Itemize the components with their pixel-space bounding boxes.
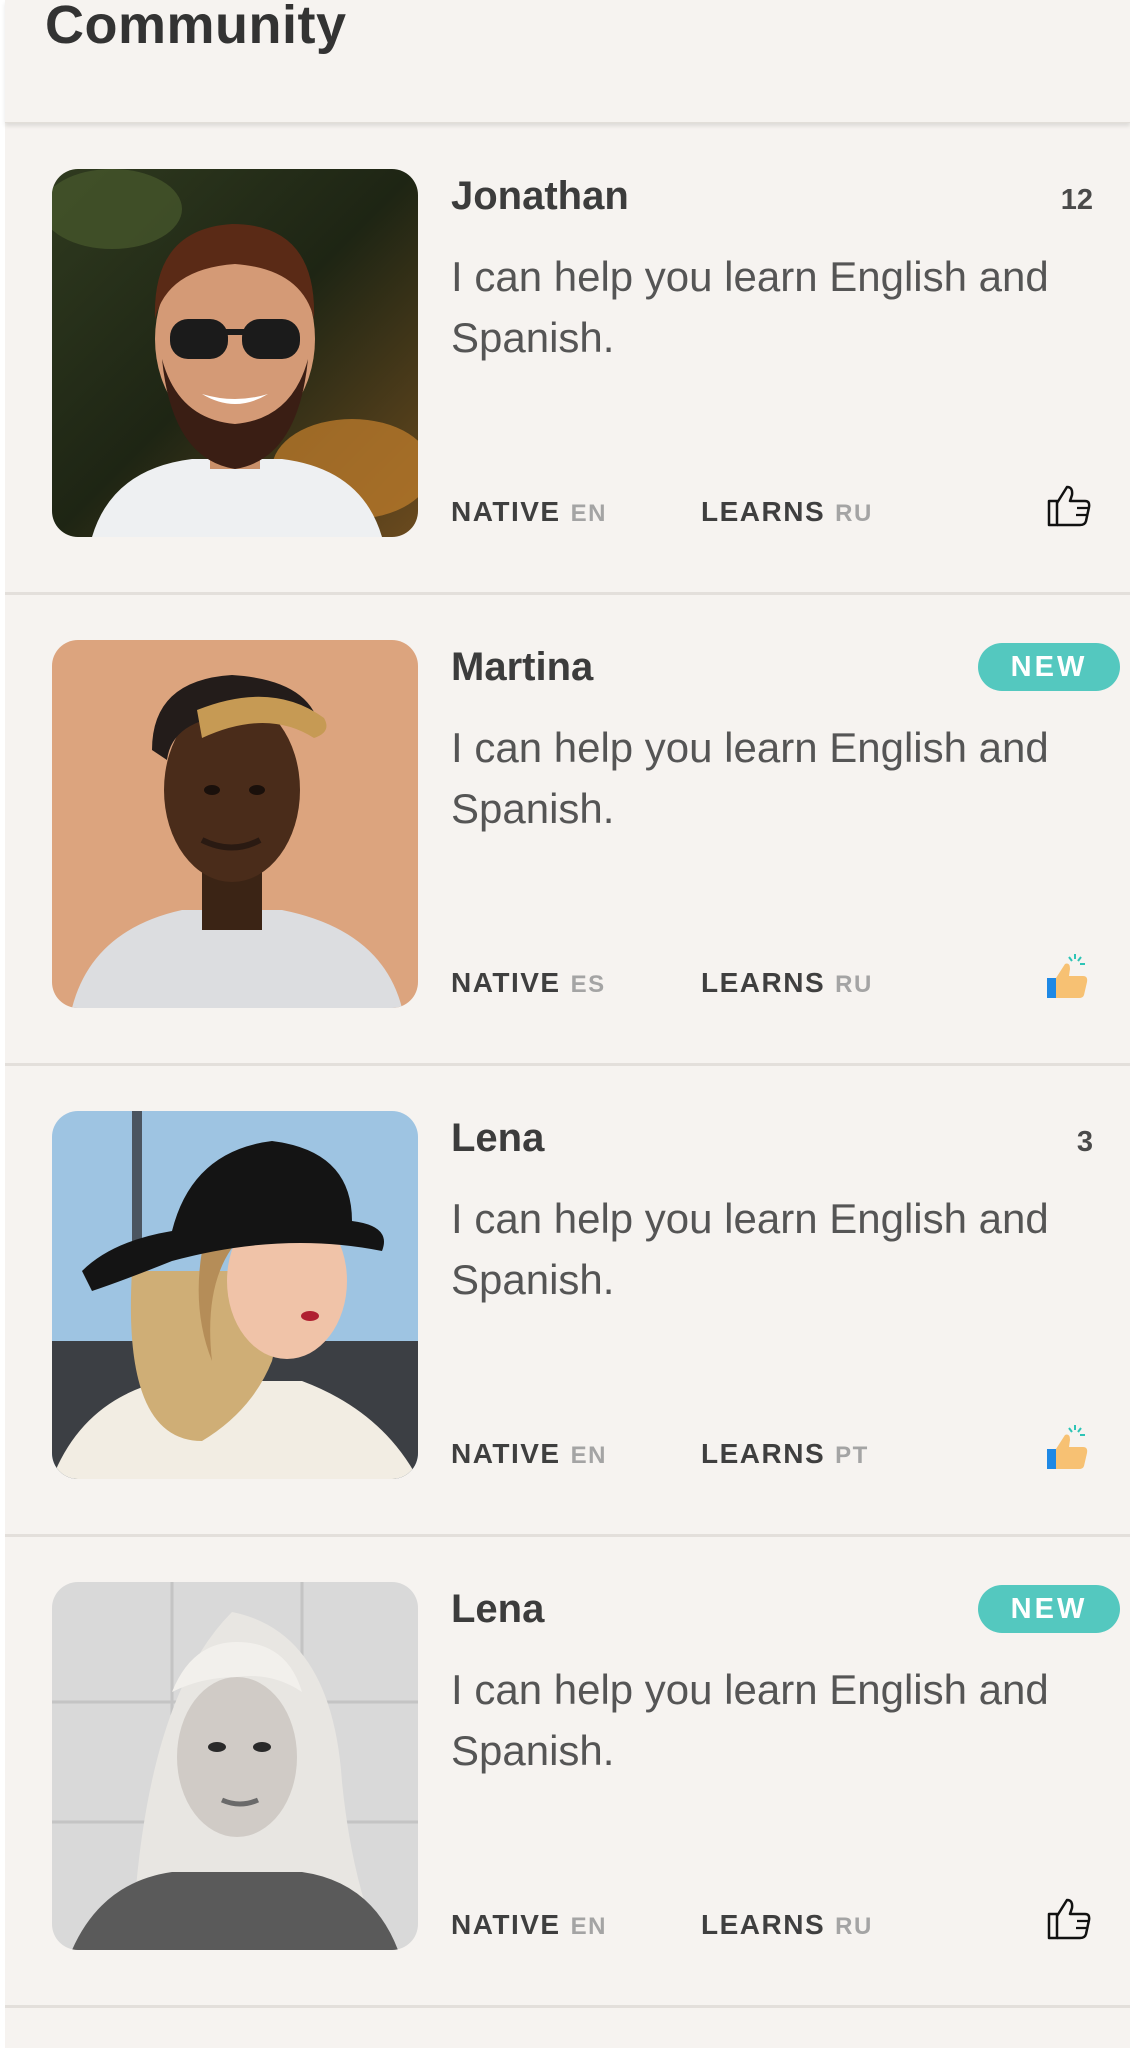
community-card[interactable]: Martina NEW I can help you learn English… — [5, 595, 1130, 1066]
new-badge: NEW — [978, 643, 1120, 691]
learns-label: LEARNS — [701, 967, 826, 998]
like-count: 3 — [1076, 1126, 1093, 1158]
avatar[interactable] — [52, 640, 418, 1008]
language-row: NATIVE ES LEARNS RU — [451, 967, 871, 999]
native-label: NATIVE — [451, 967, 561, 998]
thumbs-up-outline-icon[interactable] — [1045, 481, 1093, 529]
community-card[interactable]: Lena NEW I can help you learn English an… — [5, 1537, 1130, 2008]
header: Community — [5, 0, 1130, 123]
new-badge: NEW — [978, 1585, 1120, 1633]
native-language-code: EN — [570, 500, 607, 527]
learns-label: LEARNS — [701, 1909, 826, 1940]
learns-label: LEARNS — [701, 496, 826, 527]
community-card[interactable]: Lena 3 I can help you learn English and … — [5, 1066, 1130, 1537]
user-bio: I can help you learn English and Spanish… — [451, 724, 1049, 832]
native-label: NATIVE — [451, 1909, 561, 1940]
thumbs-up-outline-icon[interactable] — [1045, 1894, 1093, 1942]
native-language-code: EN — [570, 1442, 607, 1469]
learns-language-code: RU — [835, 971, 873, 998]
native-language-code: EN — [570, 1913, 607, 1940]
user-name[interactable]: Jonathan — [451, 174, 629, 219]
language-row: NATIVE EN LEARNS RU — [451, 496, 871, 528]
user-bio: I can help you learn English and Spanish… — [451, 1195, 1049, 1303]
learns-language-code: RU — [835, 500, 873, 527]
language-row: NATIVE EN LEARNS PT — [451, 1438, 867, 1470]
user-name[interactable]: Lena — [451, 1116, 544, 1161]
user-bio: I can help you learn English and Spanish… — [451, 1666, 1049, 1774]
thumbs-up-colored-icon[interactable] — [1045, 952, 1093, 1000]
learns-language-code: RU — [835, 1913, 873, 1940]
community-card[interactable]: Jonathan 12 I can help you learn English… — [5, 124, 1130, 595]
avatar[interactable] — [52, 1582, 418, 1950]
thumbs-up-colored-icon[interactable] — [1045, 1423, 1093, 1471]
avatar[interactable] — [52, 169, 418, 537]
page-title: Community — [45, 0, 347, 55]
like-count: 12 — [1060, 184, 1093, 216]
user-bio: I can help you learn English and Spanish… — [451, 253, 1049, 361]
learns-language-code: PT — [835, 1442, 869, 1469]
community-list[interactable]: Jonathan 12 I can help you learn English… — [5, 124, 1130, 2008]
native-label: NATIVE — [451, 496, 561, 527]
user-name[interactable]: Lena — [451, 1587, 544, 1632]
language-row: NATIVE EN LEARNS RU — [451, 1909, 871, 1941]
learns-label: LEARNS — [701, 1438, 826, 1469]
avatar[interactable] — [52, 1111, 418, 1479]
user-name[interactable]: Martina — [451, 645, 593, 690]
native-language-code: ES — [570, 971, 606, 998]
native-label: NATIVE — [451, 1438, 561, 1469]
